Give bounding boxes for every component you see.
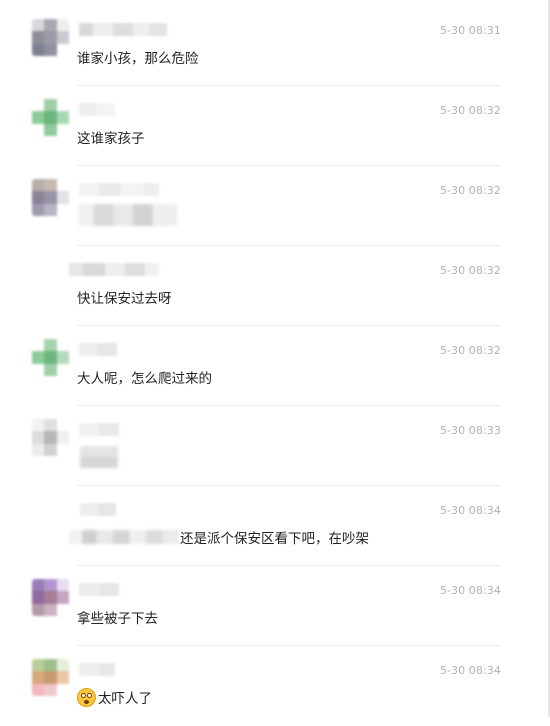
- comment-text: 太吓人了: [98, 691, 152, 707]
- comment-time: 5-30 08:31: [439, 24, 501, 37]
- comment-text-blurred: [80, 446, 118, 468]
- user-nickname-blurred[interactable]: [79, 583, 119, 596]
- comment-item: 5-30 08:32 这谁家孩子: [0, 86, 548, 166]
- avatar[interactable]: [32, 659, 69, 696]
- user-nickname-blurred[interactable]: [80, 503, 116, 516]
- shocked-face-icon: [77, 687, 96, 707]
- comment-text: 拿些被子下去: [77, 611, 158, 627]
- mention-blurred: [69, 530, 179, 544]
- comment-text: 快让保安过去呀: [77, 291, 172, 307]
- comment-text: 这谁家孩子: [77, 131, 145, 147]
- comment-time: 5-30 08:32: [439, 344, 501, 357]
- comment-time: 5-30 08:32: [439, 264, 501, 277]
- comment-item: 5-30 08:32 快让保安过去呀: [0, 246, 548, 326]
- avatar[interactable]: [32, 99, 69, 136]
- comment-time: 5-30 08:33: [439, 424, 501, 437]
- avatar[interactable]: [32, 19, 69, 56]
- avatar[interactable]: [32, 179, 69, 216]
- comment-text: 大人呢，怎么爬过来的: [77, 371, 212, 387]
- comment-text: 还是派个保安区看下吧，在吵架: [180, 531, 369, 547]
- comment-time: 5-30 08:34: [439, 504, 501, 517]
- comment-time: 5-30 08:32: [439, 184, 501, 197]
- comment-time: 5-30 08:34: [439, 584, 501, 597]
- comment-text-row: 还是派个保安区看下吧，在吵架: [69, 527, 369, 547]
- avatar[interactable]: [32, 579, 69, 616]
- user-nickname-blurred[interactable]: [79, 343, 117, 356]
- comment-item: 5-30 08:34 太吓人了: [0, 646, 548, 726]
- user-nickname-blurred[interactable]: [79, 423, 119, 436]
- user-nickname-blurred[interactable]: [79, 183, 159, 196]
- comment-time: 5-30 08:32: [439, 104, 501, 117]
- comment-text-row: 太吓人了: [77, 687, 152, 707]
- comment-item: 5-30 08:34 还是派个保安区看下吧，在吵架: [0, 486, 548, 566]
- comment-item: 5-30 08:32 大人呢，怎么爬过来的: [0, 326, 548, 406]
- user-nickname-blurred[interactable]: [69, 263, 159, 276]
- comment-item: 5-30 08:31 谁家小孩，那么危险: [0, 6, 548, 86]
- user-nickname-blurred[interactable]: [79, 23, 167, 36]
- comment-text: 谁家小孩，那么危险: [77, 51, 199, 67]
- comment-item: 5-30 08:34 拿些被子下去: [0, 566, 548, 646]
- avatar[interactable]: [32, 339, 69, 376]
- avatar[interactable]: [32, 419, 69, 456]
- user-nickname-blurred[interactable]: [79, 663, 115, 676]
- comment-time: 5-30 08:34: [439, 664, 501, 677]
- user-nickname-blurred[interactable]: [79, 103, 115, 116]
- comment-text-blurred: [79, 204, 177, 226]
